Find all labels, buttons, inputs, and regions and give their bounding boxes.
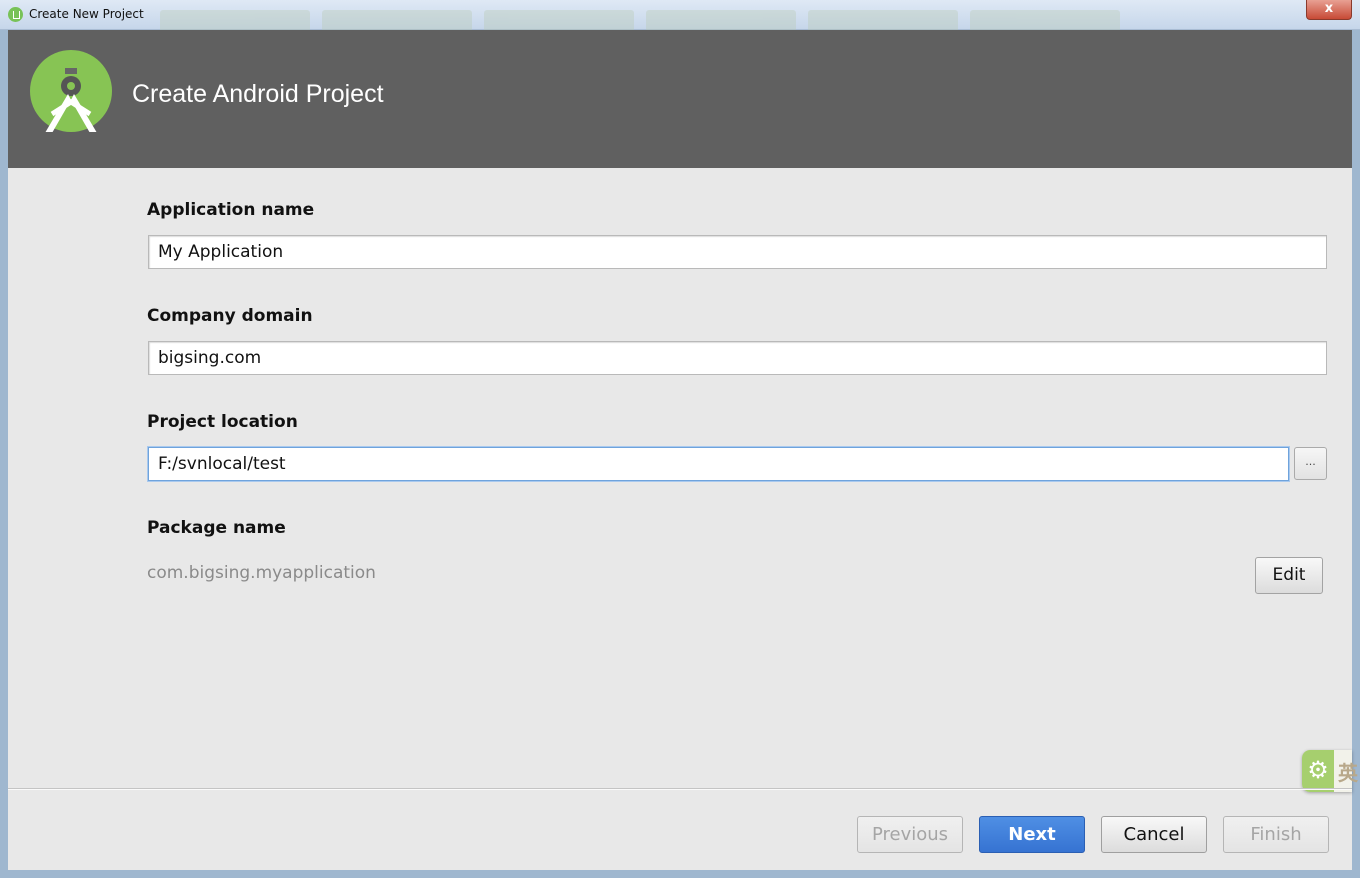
project-location-input[interactable] [148, 447, 1289, 481]
window-close-button[interactable]: x [1306, 0, 1352, 20]
dialog-title: Create Android Project [132, 80, 384, 108]
background-tab [808, 10, 958, 30]
application-name-label: Application name [147, 200, 315, 220]
cancel-button[interactable]: Cancel [1101, 816, 1207, 853]
finish-button[interactable]: Finish [1223, 816, 1329, 853]
edit-package-button[interactable]: Edit [1255, 557, 1323, 594]
window-titlebar: Create New Project x [0, 0, 1360, 30]
ime-language-label[interactable]: 英 [1338, 757, 1358, 786]
package-name-value: com.bigsing.myapplication [147, 563, 376, 583]
background-tab [484, 10, 634, 30]
background-tab [322, 10, 472, 30]
application-name-input[interactable] [148, 235, 1327, 269]
project-location-label: Project location [147, 412, 298, 432]
package-name-label: Package name [147, 518, 286, 538]
background-tab [970, 10, 1120, 30]
ime-toolbar[interactable]: ⚙ 英 [1302, 750, 1358, 792]
gear-icon[interactable]: ⚙ [1302, 750, 1334, 792]
create-project-dialog: Create Android Project Application name … [8, 30, 1358, 870]
android-studio-small-icon [8, 7, 23, 22]
background-editor-tabs [160, 10, 1280, 30]
company-domain-label: Company domain [147, 306, 313, 326]
next-button[interactable]: Next [979, 816, 1085, 853]
android-studio-icon [30, 50, 112, 132]
company-domain-input[interactable] [148, 341, 1327, 375]
background-tab [646, 10, 796, 30]
window-title: Create New Project [29, 7, 144, 21]
previous-button[interactable]: Previous [857, 816, 963, 853]
dialog-header: Create Android Project [8, 30, 1352, 168]
background-tab [160, 10, 310, 30]
footer-divider [8, 788, 1352, 790]
browse-location-button[interactable]: ... [1294, 447, 1327, 480]
